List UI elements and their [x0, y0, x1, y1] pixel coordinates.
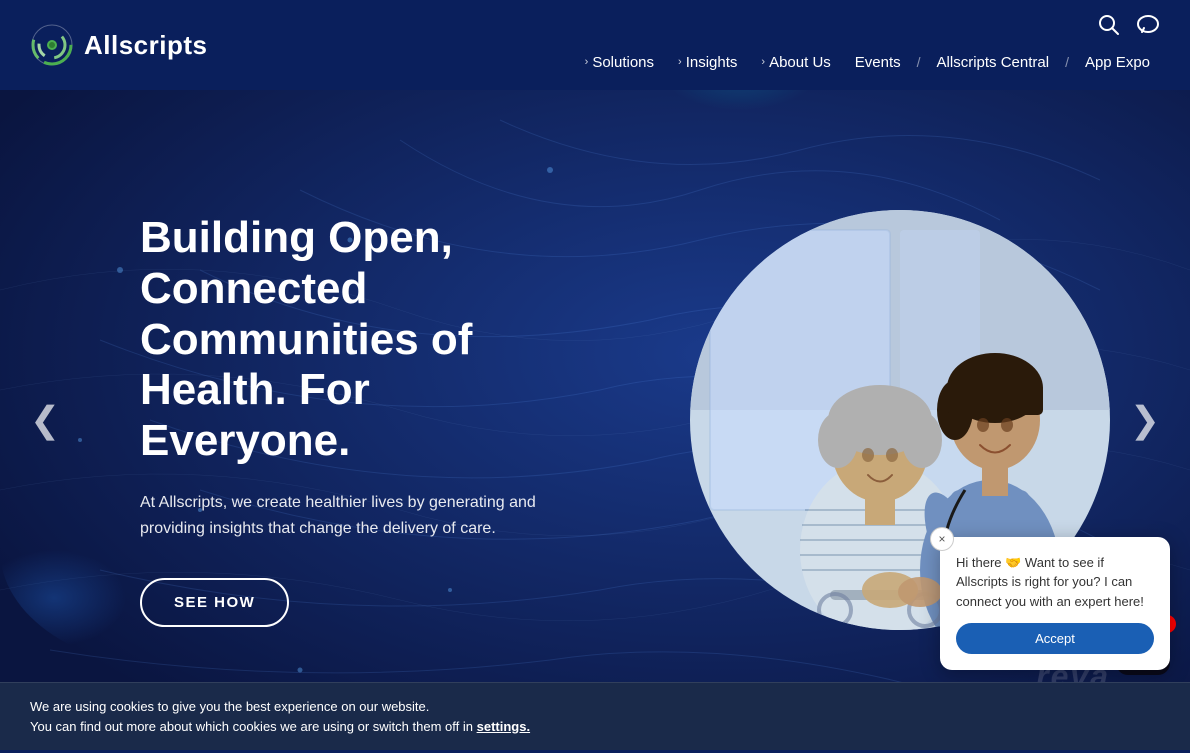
nav-about-us[interactable]: › About Us: [751, 48, 840, 77]
chevron-aboutus-icon: ›: [761, 56, 765, 68]
chat-button[interactable]: [1136, 14, 1160, 40]
nav-solutions[interactable]: › Solutions: [575, 48, 664, 77]
hero-section: ❮ Building Open, Connected Communities o…: [0, 90, 1190, 750]
hero-next-arrow[interactable]: ❯: [1120, 389, 1170, 451]
chat-message: Hi there 🤝 Want to see if Allscripts is …: [956, 553, 1154, 612]
cookie-bar: We are using cookies to give you the bes…: [0, 682, 1190, 750]
chevron-insights-icon: ›: [678, 56, 682, 68]
navbar-icon-group: [1098, 14, 1160, 40]
nav-insights[interactable]: › Insights: [668, 48, 747, 77]
chat-close-button[interactable]: ×: [930, 527, 954, 551]
hero-subtitle: At Allscripts, we create healthier lives…: [140, 490, 540, 541]
nav-app-expo[interactable]: App Expo: [1075, 48, 1160, 77]
cookie-settings-link[interactable]: settings.: [477, 719, 530, 734]
chat-widget: × Hi there 🤝 Want to see if Allscripts i…: [940, 537, 1170, 671]
navbar-right-column: › Solutions › Insights › About Us Events…: [575, 14, 1160, 77]
nav-allscripts-central[interactable]: Allscripts Central: [927, 48, 1060, 77]
allscripts-logo-icon: [30, 23, 74, 67]
navbar: Allscripts › Solutions ›: [0, 0, 1190, 90]
chevron-solutions-icon: ›: [585, 56, 589, 68]
hero-content: Building Open, Connected Communities of …: [0, 213, 550, 626]
nav-separator-2: /: [1063, 54, 1071, 70]
nav-links-group: › Solutions › Insights › About Us Events…: [575, 48, 1160, 77]
nav-events[interactable]: Events: [845, 48, 911, 77]
hero-title: Building Open, Connected Communities of …: [140, 213, 550, 466]
hero-cta-button[interactable]: SEE HOW: [140, 578, 289, 627]
chat-accept-button[interactable]: Accept: [956, 623, 1154, 654]
search-button[interactable]: [1098, 14, 1120, 40]
logo-link[interactable]: Allscripts: [30, 23, 208, 67]
logo-text: Allscripts: [84, 30, 208, 61]
hero-prev-arrow[interactable]: ❮: [20, 389, 70, 451]
cookie-text: We are using cookies to give you the bes…: [30, 697, 530, 736]
nav-separator-1: /: [915, 54, 923, 70]
